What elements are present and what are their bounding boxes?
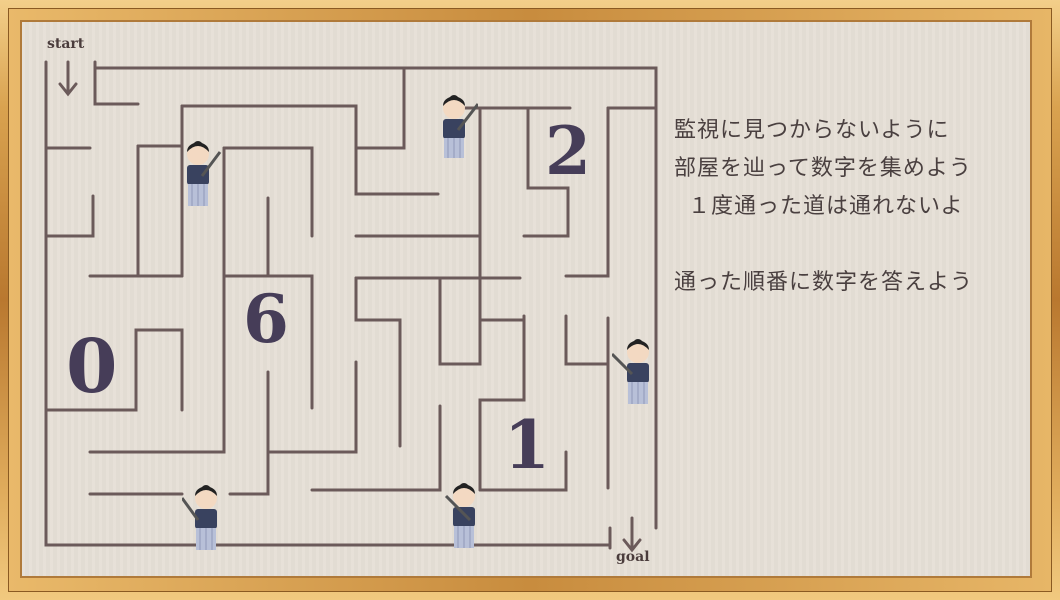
- instructions-panel: 監視に見つからないように 部屋を辿って数字を集めよう １度通った道は通れないよ …: [674, 112, 1034, 302]
- start-label: start: [47, 36, 85, 52]
- instruction-line: 通った順番に数字を答えよう: [674, 270, 974, 295]
- instruction-line: １度通った道は通れないよ: [688, 194, 964, 219]
- samurai-guard-icon: [612, 339, 649, 404]
- digit-six: 6: [243, 280, 289, 358]
- instruction-spacer: [674, 226, 1034, 264]
- goal-label: goal: [616, 549, 650, 565]
- samurai-guard-icon: [444, 483, 475, 548]
- digit-zero: 0: [66, 324, 118, 410]
- samurai-guard-icon: [182, 485, 217, 550]
- samurai-guard-icon: [443, 95, 478, 158]
- digit-one: 1: [504, 406, 550, 484]
- instruction-line: 監視に見つからないように: [674, 118, 950, 143]
- samurai-guard-icon: [187, 141, 222, 206]
- instruction-line: 部屋を辿って数字を集めよう: [674, 156, 972, 181]
- digit-two: 2: [545, 112, 591, 190]
